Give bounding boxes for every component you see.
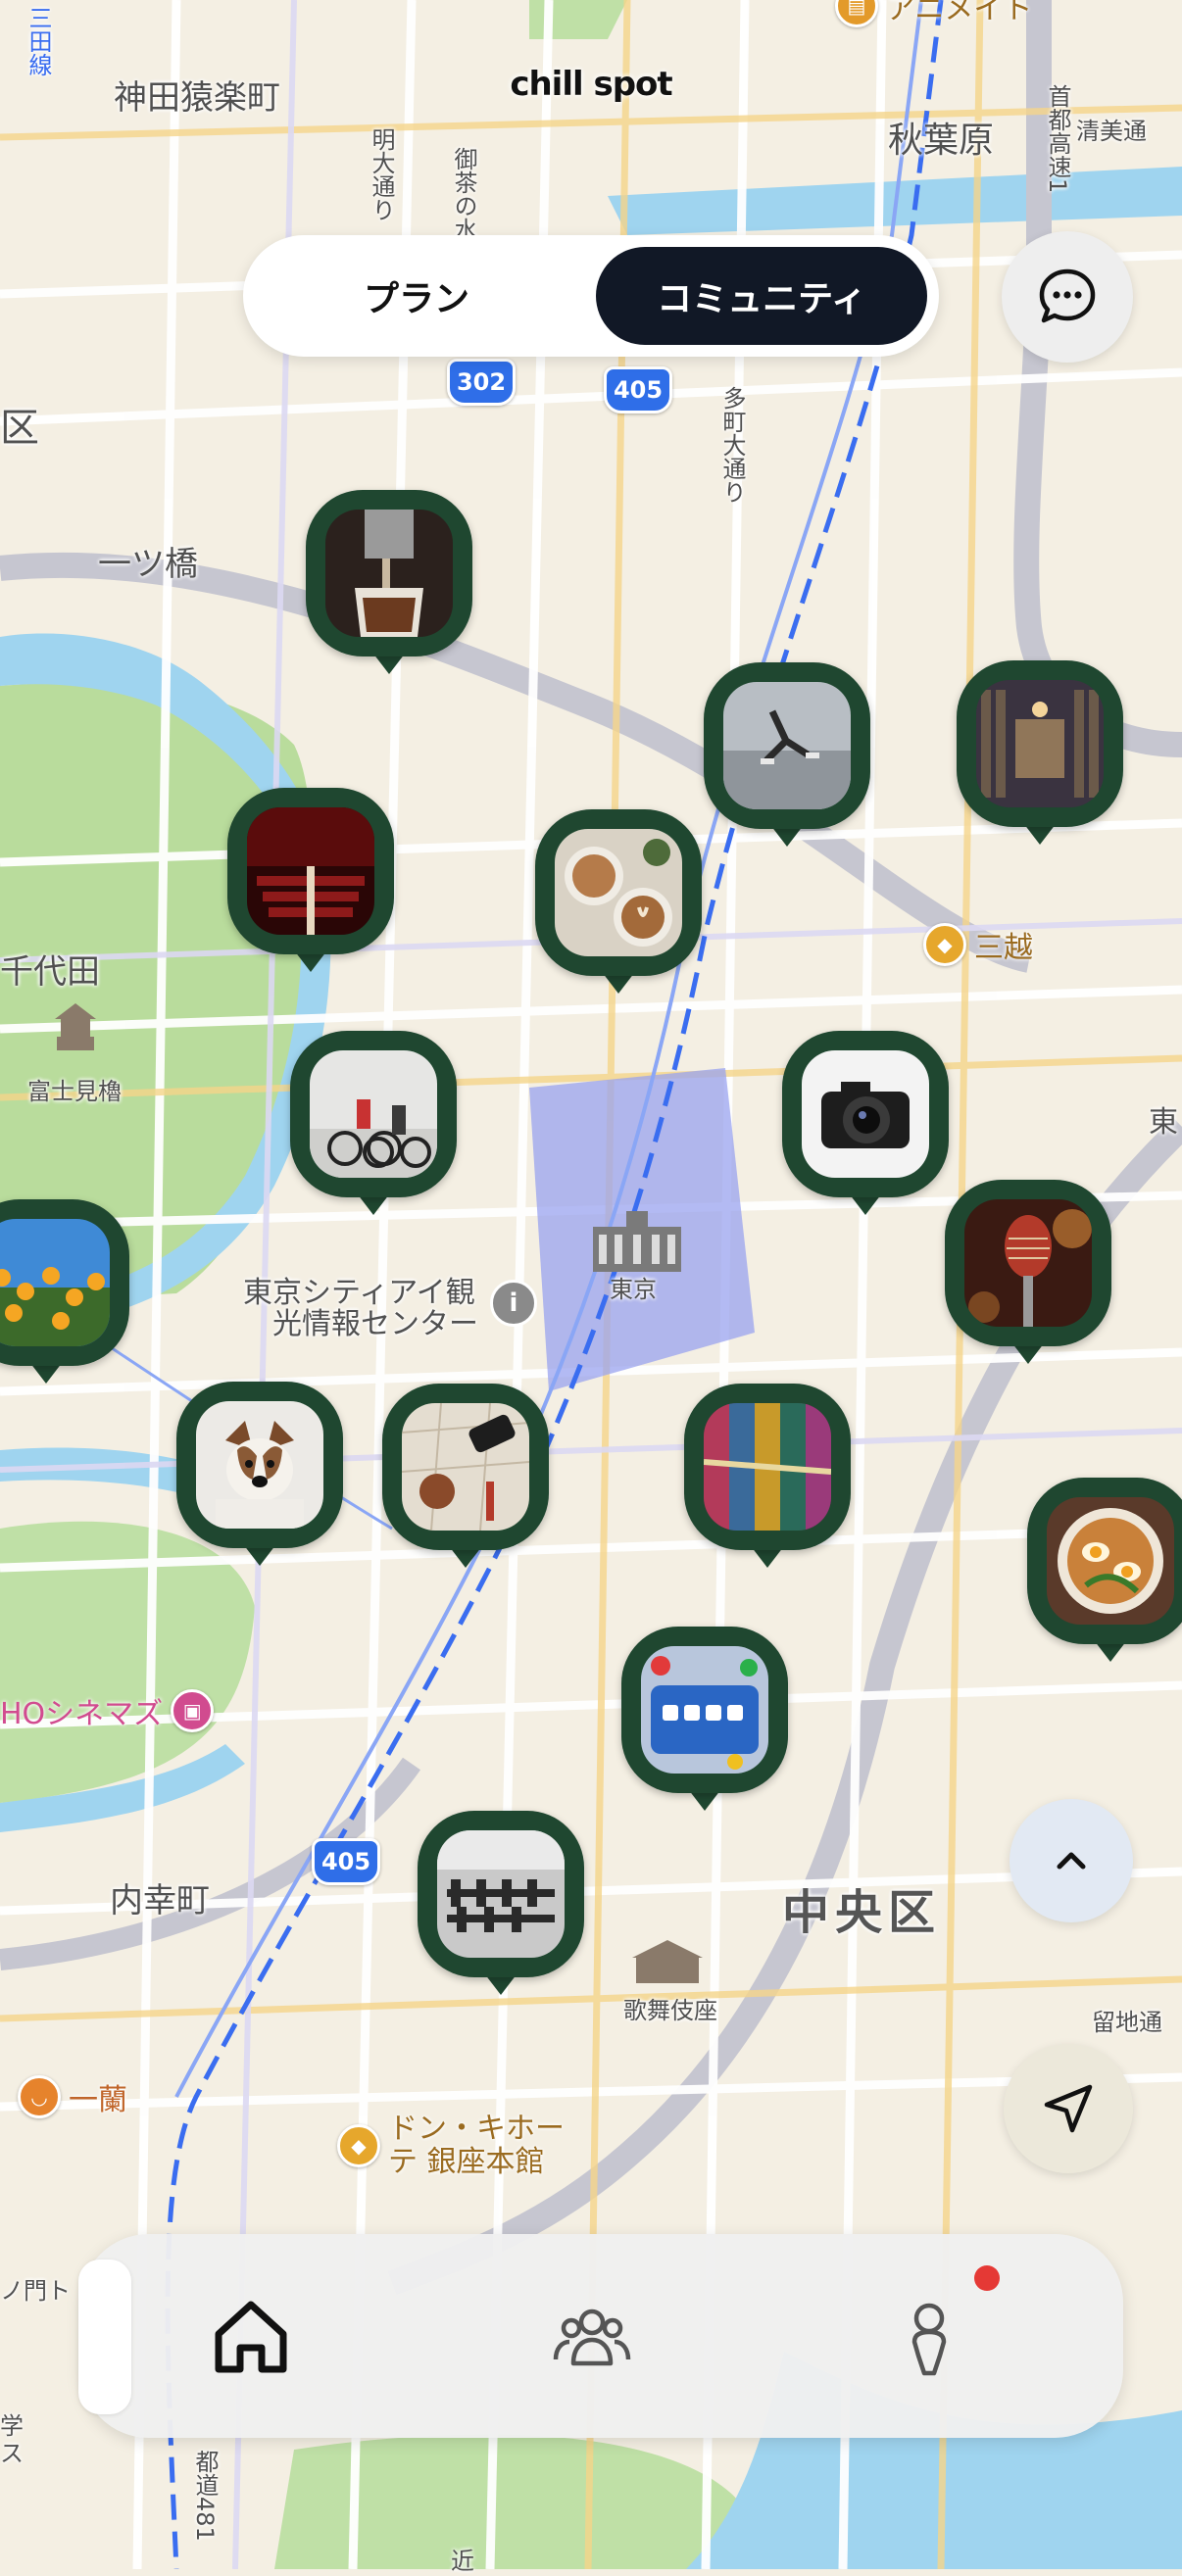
gym-photo: [437, 1830, 565, 1958]
map-label-hitotsubashi: 一ツ橋: [98, 545, 198, 584]
community-icon: [553, 2309, 631, 2366]
map-label-chiyoda: 千代田: [0, 952, 100, 992]
textiles-photo: [704, 1403, 831, 1531]
home-icon: [215, 2301, 287, 2373]
tab-profile[interactable]: [870, 2278, 988, 2396]
community-pin[interactable]: [704, 662, 870, 854]
info-icon[interactable]: i: [490, 1280, 537, 1327]
camera-photo: [802, 1050, 929, 1178]
poi-donki[interactable]: ◆ ドン・キホーテ 銀座本館: [337, 2113, 565, 2179]
map-label-kabukiza: 歌舞伎座: [623, 1997, 717, 2024]
chat-bubble-icon: [1039, 268, 1096, 323]
tab-plan[interactable]: プラン: [255, 247, 578, 345]
navigation-arrow-icon: [1044, 2084, 1093, 2133]
tab-community[interactable]: [533, 2278, 651, 2396]
map-label-meidai: 明大通り: [368, 127, 395, 221]
community-pin[interactable]: [382, 1384, 549, 1576]
map-label-todo: 都道481: [191, 2450, 219, 2542]
profile-icon: [911, 2303, 947, 2376]
map-label-ryuchi: 留地通: [1092, 2009, 1162, 2036]
poi-cinema[interactable]: HOシネマズ ▣: [0, 1689, 215, 1732]
runner-photo: [723, 682, 851, 809]
community-pin[interactable]: [535, 809, 702, 1001]
community-pin[interactable]: [0, 1199, 129, 1391]
shopping-bag-icon: ◆: [923, 923, 966, 966]
map-label-kiyomi: 清美通: [1076, 118, 1147, 145]
scroll-up-button[interactable]: [1010, 1799, 1133, 1922]
community-pin[interactable]: [227, 788, 394, 980]
map-label-ochanomizu: 御茶の水: [450, 147, 477, 241]
tab-community[interactable]: コミュニティ: [596, 247, 927, 345]
bowl-icon: ◡: [18, 2075, 61, 2118]
community-pin[interactable]: [1027, 1478, 1182, 1670]
map-label-higashi: 東: [1149, 1105, 1178, 1140]
chat-button[interactable]: [1002, 231, 1133, 363]
community-pin[interactable]: [782, 1031, 949, 1223]
map-label-tic-line2: 光情報センター: [272, 1307, 478, 1341]
map-label-akihabara: 秋葉原: [888, 121, 995, 161]
cyclists-photo: [310, 1050, 437, 1178]
map-label-chuo: 中央区: [782, 1885, 942, 1940]
poi-animate[interactable]: ▤ アニメイト: [835, 0, 1032, 27]
community-pin[interactable]: [290, 1031, 457, 1223]
map-label-nomon: ノ門ト: [0, 2277, 71, 2305]
map-label-kin: 近: [451, 2548, 474, 2575]
map-label-tokyo-station: 東京: [610, 1276, 657, 1303]
tab-indicator: [78, 2260, 131, 2414]
poi-mitsukoshi[interactable]: ◆ 三越: [923, 923, 1033, 966]
dog-photo: [196, 1401, 323, 1529]
notification-badge: [974, 2265, 1000, 2291]
theater-photo: [247, 807, 374, 935]
community-pin[interactable]: [621, 1627, 788, 1819]
community-pin[interactable]: [684, 1384, 851, 1576]
community-pin[interactable]: [306, 490, 472, 682]
app-title: chill spot: [510, 65, 672, 104]
library-photo: [976, 680, 1104, 807]
community-pin[interactable]: [957, 660, 1123, 852]
map-label-uchisaiwai: 内幸町: [110, 1881, 210, 1920]
mode-segmented-control: プラン コミュニティ: [243, 235, 939, 357]
map-label-tamachi: 多町大通り: [718, 386, 746, 504]
community-pin[interactable]: [418, 1811, 584, 2003]
microphone-photo: [964, 1199, 1092, 1327]
flowers-photo: [0, 1219, 110, 1346]
book-icon: ▤: [835, 0, 878, 27]
travel-items-photo: [402, 1403, 529, 1531]
poi-ichiran[interactable]: ◡ 一蘭: [18, 2075, 127, 2118]
ramen-photo: [1047, 1497, 1174, 1625]
chevron-up-icon: [1057, 1852, 1086, 1870]
map-label-ku: 区: [0, 406, 39, 451]
board-game-photo: [641, 1646, 768, 1774]
map-label-fujimi: 富士見櫓: [27, 1078, 122, 1105]
locate-me-button[interactable]: [1004, 2044, 1133, 2173]
tab-home[interactable]: [192, 2278, 310, 2396]
route-shield-405: 405: [604, 366, 672, 413]
coffee-pour-photo: [325, 510, 453, 637]
film-icon: ▣: [171, 1689, 215, 1732]
route-shield-302: 302: [447, 359, 516, 406]
route-shield-405-south: 405: [312, 1838, 380, 1885]
community-pin[interactable]: [176, 1382, 343, 1574]
community-pin[interactable]: [945, 1180, 1111, 1372]
latte-art-photo: [555, 829, 682, 956]
map-label-su: ス: [0, 2440, 24, 2467]
shopping-bag-icon: ◆: [337, 2124, 380, 2167]
